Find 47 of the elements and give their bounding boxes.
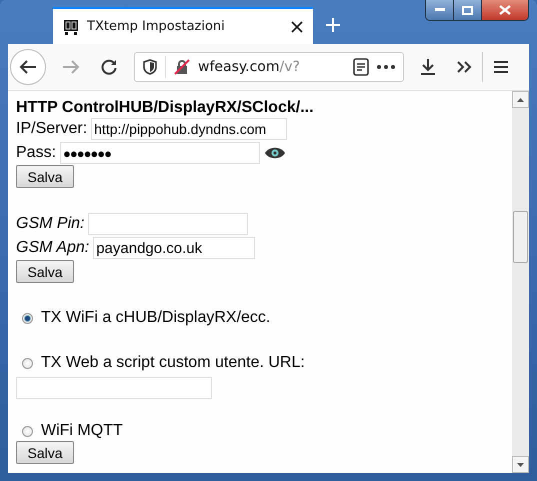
- up-triangle-icon: [517, 98, 524, 102]
- radio-label[interactable]: TX Web a script custom utente. URL:: [41, 354, 305, 372]
- insecure-lock-icon[interactable]: [174, 59, 190, 75]
- save-button[interactable]: Salva: [16, 165, 74, 188]
- url-text: wfeasy.com/v?: [198, 59, 301, 75]
- gsm-pin-field[interactable]: [88, 213, 248, 235]
- close-icon[interactable]: [291, 20, 303, 32]
- download-icon[interactable]: [420, 58, 436, 76]
- scroll-down-button[interactable]: [512, 456, 529, 473]
- minimize-icon: [434, 8, 444, 12]
- gsm-apn-label: GSM Apn:: [16, 239, 90, 257]
- eye-icon[interactable]: [264, 146, 286, 160]
- menu-icon[interactable]: [493, 60, 509, 74]
- radio-button[interactable]: [22, 312, 33, 324]
- radio-button[interactable]: [22, 358, 33, 368]
- server-field[interactable]: http://pippohub.dyndns.com: [91, 118, 288, 140]
- radio-button[interactable]: [22, 426, 33, 436]
- chevron-icon[interactable]: [456, 60, 472, 74]
- radio-label[interactable]: TX WiFi a cHUB/DisplayRX/ecc.: [41, 309, 270, 327]
- server-label: IP/Server:: [16, 120, 88, 138]
- new-tab-icon[interactable]: [325, 17, 341, 33]
- scroll-up-button[interactable]: [512, 91, 529, 108]
- back-button[interactable]: [10, 49, 46, 85]
- password-field[interactable]: ●●●●●●●: [60, 142, 260, 164]
- address-bar[interactable]: wfeasy.com/v?: [134, 52, 404, 82]
- reader-view-icon[interactable]: [353, 58, 369, 76]
- radio-label[interactable]: WiFi MQTT: [41, 422, 123, 440]
- scrollbar-thumb[interactable]: [513, 211, 528, 263]
- close-button[interactable]: [482, 0, 528, 20]
- minimize-button[interactable]: [426, 0, 454, 20]
- back-arrow-icon: [19, 59, 37, 75]
- reload-icon[interactable]: [100, 58, 118, 76]
- password-label: Pass:: [16, 144, 56, 162]
- save-button[interactable]: Salva: [16, 260, 74, 283]
- gsm-pin-label: GSM Pin:: [16, 215, 84, 233]
- maximize-icon: [462, 6, 473, 14]
- page-heading: HTTP ControlHUB/DisplayRX/SClock/...: [16, 99, 314, 117]
- gsm-apn-field[interactable]: payandgo.co.uk: [93, 237, 256, 259]
- browser-tab[interactable]: TXtemp Impostazioni: [53, 7, 313, 44]
- shield-icon[interactable]: [143, 59, 157, 75]
- more-icon[interactable]: [377, 65, 395, 69]
- save-button[interactable]: Salva: [16, 441, 74, 464]
- display-icon: [63, 18, 79, 34]
- maximize-button[interactable]: [454, 0, 482, 20]
- close-icon: [499, 5, 511, 15]
- url-field[interactable]: [16, 377, 212, 399]
- down-triangle-icon: [517, 462, 524, 466]
